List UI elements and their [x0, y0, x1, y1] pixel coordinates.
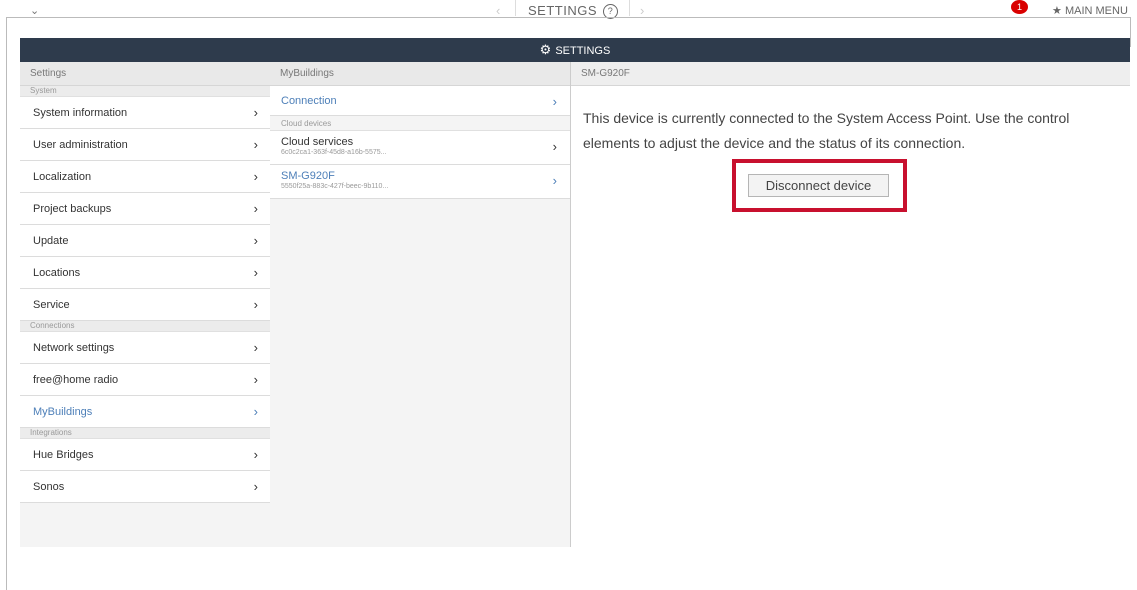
chevron-right-icon: › [253, 447, 258, 462]
divider [629, 0, 630, 16]
frame-line [1130, 17, 1131, 47]
menu-item-update[interactable]: Update › [20, 225, 270, 257]
main-menu-button[interactable]: ★ MAIN MENU [1052, 4, 1128, 17]
menu-item-mybuildings[interactable]: MyBuildings › [20, 396, 270, 428]
highlight-box: Disconnect device [732, 159, 907, 212]
device-name: Cloud services [281, 136, 354, 148]
column-title: MyBuildings [270, 62, 570, 86]
chevron-right-icon: › [253, 297, 258, 312]
cloud-device-item[interactable]: SM-G920F 5550f25a-883c-427f-beec-9b110..… [270, 165, 570, 199]
menu-item-label: Locations [33, 267, 81, 279]
menu-item-label: Hue Bridges [33, 449, 94, 461]
menu-item-sonos[interactable]: Sonos › [20, 471, 270, 503]
menu-item-label: free@home radio [33, 374, 119, 386]
main-menu-label: MAIN MENU [1064, 5, 1128, 17]
chevron-right-icon: › [253, 265, 258, 280]
next-arrow-icon[interactable]: › [640, 3, 644, 18]
star-icon: ★ [1052, 5, 1062, 17]
menu-item-label: User administration [33, 139, 128, 151]
menu-item-free-at-home-radio[interactable]: free@home radio › [20, 364, 270, 396]
chevron-right-icon: › [552, 94, 557, 109]
menu-item-project-backups[interactable]: Project backups › [20, 193, 270, 225]
menu-item-localization[interactable]: Localization › [20, 161, 270, 193]
frame-line [6, 17, 7, 590]
frame-line [6, 17, 1131, 18]
disconnect-device-button[interactable]: Disconnect device [748, 174, 889, 197]
menu-item-service[interactable]: Service › [20, 289, 270, 321]
chevron-right-icon: › [253, 372, 258, 387]
menu-item-label: Localization [33, 171, 92, 183]
chevron-right-icon: › [552, 173, 557, 188]
settings-header: ⚙ SETTINGS [20, 38, 1130, 62]
divider [515, 0, 516, 16]
connection-status-message: This device is currently connected to th… [583, 110, 1070, 151]
settings-menu-column: Settings System System information › User… [20, 62, 271, 547]
menu-item-label: Network settings [33, 342, 115, 354]
chevron-right-icon: › [253, 404, 258, 419]
chevron-down-icon[interactable]: ⌄ [30, 4, 39, 17]
page-title-text: SETTINGS [528, 3, 598, 18]
chevron-right-icon: › [253, 201, 258, 216]
menu-item-locations[interactable]: Locations › [20, 257, 270, 289]
top-bar: ⌄ ‹ SETTINGS? › 1 ★ MAIN MENU [0, 0, 1137, 22]
header-title: SETTINGS [555, 45, 611, 57]
section-label: Integrations [20, 428, 270, 439]
connection-label: Connection [281, 95, 337, 107]
device-id: 6c0c2ca1-363f-45d8-a16b-5575... [281, 149, 387, 156]
menu-item-hue-bridges[interactable]: Hue Bridges › [20, 439, 270, 471]
menu-item-label: Service [33, 299, 70, 311]
menu-item-network-settings[interactable]: Network settings › [20, 332, 270, 364]
section-label: Connections [20, 321, 270, 332]
connection-item[interactable]: Connection › [270, 86, 570, 116]
chevron-right-icon: › [253, 340, 258, 355]
device-id: 5550f25a-883c-427f-beec-9b110... [281, 183, 389, 190]
menu-item-label: System information [33, 107, 128, 119]
chevron-right-icon: › [552, 139, 557, 154]
chevron-right-icon: › [253, 233, 258, 248]
device-name: SM-G920F [281, 170, 335, 182]
section-label: Cloud devices [270, 116, 570, 131]
gear-icon: ⚙ [539, 42, 552, 57]
chevron-right-icon: › [253, 169, 258, 184]
device-detail-panel: SM-G920F This device is currently connec… [571, 62, 1130, 547]
notification-badge[interactable]: 1 [1011, 0, 1028, 14]
prev-arrow-icon[interactable]: ‹ [496, 3, 500, 18]
menu-item-label: Project backups [33, 203, 112, 215]
chevron-right-icon: › [253, 479, 258, 494]
section-label: System [20, 86, 270, 97]
menu-item-label: Update [33, 235, 69, 247]
menu-item-system-information[interactable]: System information › [20, 97, 270, 129]
mybuildings-column: MyBuildings Connection › Cloud devices Cl… [270, 62, 571, 547]
chevron-right-icon: › [253, 105, 258, 120]
menu-item-label: MyBuildings [33, 406, 93, 418]
menu-item-user-administration[interactable]: User administration › [20, 129, 270, 161]
column-title: Settings [20, 62, 270, 86]
cloud-device-item[interactable]: Cloud services 6c0c2ca1-363f-45d8-a16b-5… [270, 131, 570, 165]
column-title: SM-G920F [571, 62, 1130, 86]
chevron-right-icon: › [253, 137, 258, 152]
menu-item-label: Sonos [33, 481, 65, 493]
